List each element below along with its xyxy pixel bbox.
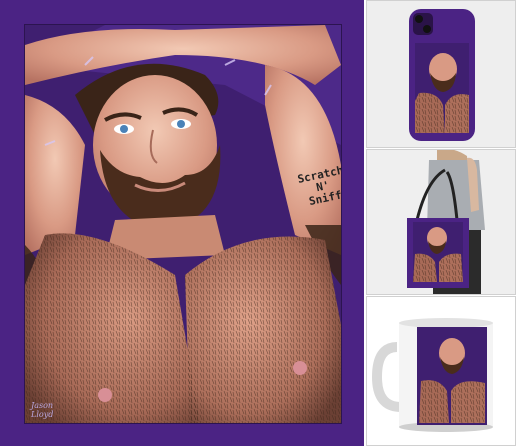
artwork-image: Scratch N' Sniff Jason Lloyd: [24, 24, 342, 424]
tote-bag-mockup: [367, 150, 515, 294]
mug-mockup: [367, 297, 515, 445]
phone-case-mockup: [367, 1, 515, 147]
signature-line-2: Lloyd: [31, 410, 54, 419]
product-thumbnail-mug[interactable]: [366, 296, 516, 446]
product-thumbnail-phone-case[interactable]: [366, 0, 516, 148]
main-artwork-panel[interactable]: Scratch N' Sniff Jason Lloyd: [0, 0, 364, 446]
product-thumbnails: [366, 0, 516, 446]
artist-signature: Jason Lloyd: [31, 401, 53, 419]
product-thumbnail-tote-bag[interactable]: [366, 149, 516, 295]
artwork-illustration: [25, 25, 341, 423]
signature-line-1: Jason: [31, 401, 54, 410]
